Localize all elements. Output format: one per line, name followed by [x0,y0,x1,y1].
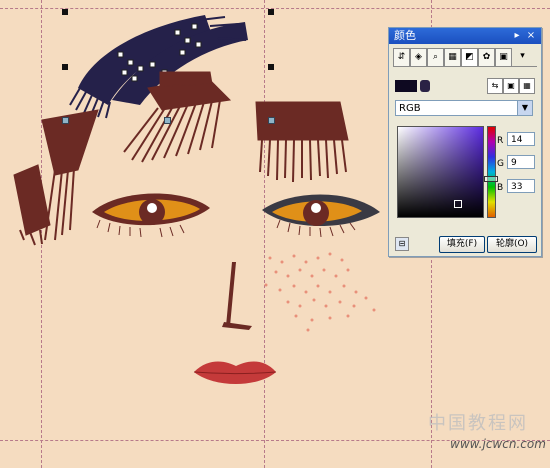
b-input[interactable]: 33 [507,179,535,193]
node-handle-left[interactable] [62,117,69,124]
minimize-icon[interactable]: ▸ [511,30,523,42]
nose[interactable] [222,262,252,330]
docker-tabs: ⇵ ◈ ⌕ ▦ ◩ ✿ ▣ ▾ [393,48,537,68]
r-label: R [497,136,504,146]
freckles[interactable] [264,252,376,332]
chevron-down-icon[interactable]: ▼ [517,101,532,115]
tabs-divider [393,66,537,67]
lips[interactable] [193,361,277,385]
b-label: B [497,183,504,193]
more-tabs-icon[interactable]: ▾ [515,48,530,65]
fill-button[interactable]: 填充(F) [439,236,485,253]
color-model-value: RGB [399,103,421,114]
color-docker: 颜色 ▸ × ⇵ ◈ ⌕ ▦ ◩ ✿ ▣ ▾ ⇆ ▣ ▦ RGB ▼ R 14 … [388,27,542,257]
g-input[interactable]: 9 [507,155,535,169]
selection-handle-tl[interactable] [62,9,68,15]
current-color-swatch [395,80,417,92]
hue-slider[interactable] [487,126,496,218]
color-palette-grid-icon[interactable]: ▦ [444,48,461,67]
color-harmony-icon[interactable]: ✿ [478,48,495,67]
reference-color-swatch [420,80,430,92]
palette-options-icon[interactable]: ▦ [519,78,535,94]
color-model-select[interactable]: RGB ▼ [395,100,533,116]
selection-handle-mr[interactable] [268,64,274,70]
left-hair-lock[interactable] [13,109,99,246]
color-options-icon[interactable]: ▣ [503,78,519,94]
outline-button[interactable]: 轮廓(O) [487,236,537,253]
watermark-site-name: 中国教程网 [428,413,528,434]
color-mixer-icon[interactable]: ◈ [410,48,427,67]
lock-icon[interactable]: ⊟ [395,237,409,251]
selection-handle-ml[interactable] [62,64,68,70]
right-fringe[interactable] [255,101,349,183]
color-picker-area[interactable] [397,126,484,218]
color-eyedropper-icon[interactable]: ⇵ [393,48,410,67]
right-eye[interactable] [262,194,380,238]
docker-title: 颜色 [394,29,416,42]
watermark-url: www.jcwcn.com [450,437,546,451]
color-viewer-icon[interactable]: ⌕ [427,48,444,67]
g-label: G [497,159,504,169]
node-handle-center[interactable] [164,117,171,124]
selection-handle-tr[interactable] [268,9,274,15]
r-input[interactable]: 14 [507,132,535,146]
close-icon[interactable]: × [525,30,537,42]
picker-marker[interactable] [454,200,462,208]
left-eye[interactable] [92,193,210,238]
watermark: 中国教程网 www.jcwcn.com [420,405,546,460]
hue-slider-thumb[interactable] [484,176,498,182]
node-handle-right[interactable] [268,117,275,124]
palette-swatches-icon[interactable]: ▣ [495,48,512,67]
swap-colors-icon[interactable]: ⇆ [487,78,503,94]
docker-title-bar[interactable]: 颜色 ▸ × [389,28,541,44]
color-models-icon[interactable]: ◩ [461,48,478,67]
